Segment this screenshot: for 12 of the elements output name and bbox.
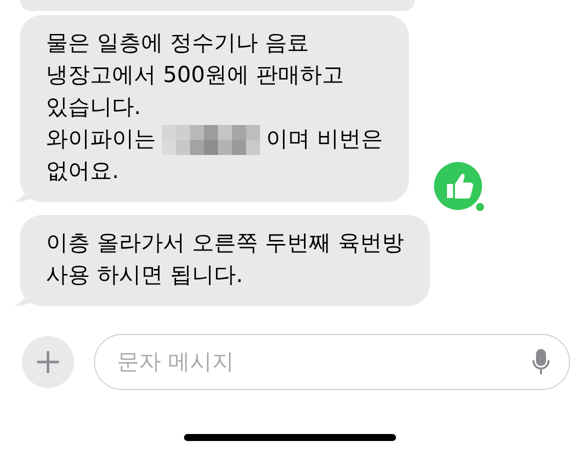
message-text: 물은 일층에 정수기나 음료 xyxy=(46,30,309,58)
message-text: 냉장고에서 500원에 판매하고 xyxy=(46,62,344,90)
microphone-icon[interactable] xyxy=(532,348,550,376)
plus-icon xyxy=(37,351,59,373)
message-input-field[interactable]: 문자 메시지 xyxy=(94,334,570,390)
message-text: 있습니다. xyxy=(46,94,141,122)
message-text: 이층 올라가서 오른쪽 두번째 육번방 xyxy=(46,230,404,258)
message-text: 이며 비번은 xyxy=(266,126,383,154)
message-text: 와이파이는 xyxy=(46,126,156,154)
message-text: 없어요. xyxy=(46,158,119,186)
message-text: 사용 하시면 됩니다. xyxy=(46,262,243,290)
add-button[interactable] xyxy=(22,336,74,388)
